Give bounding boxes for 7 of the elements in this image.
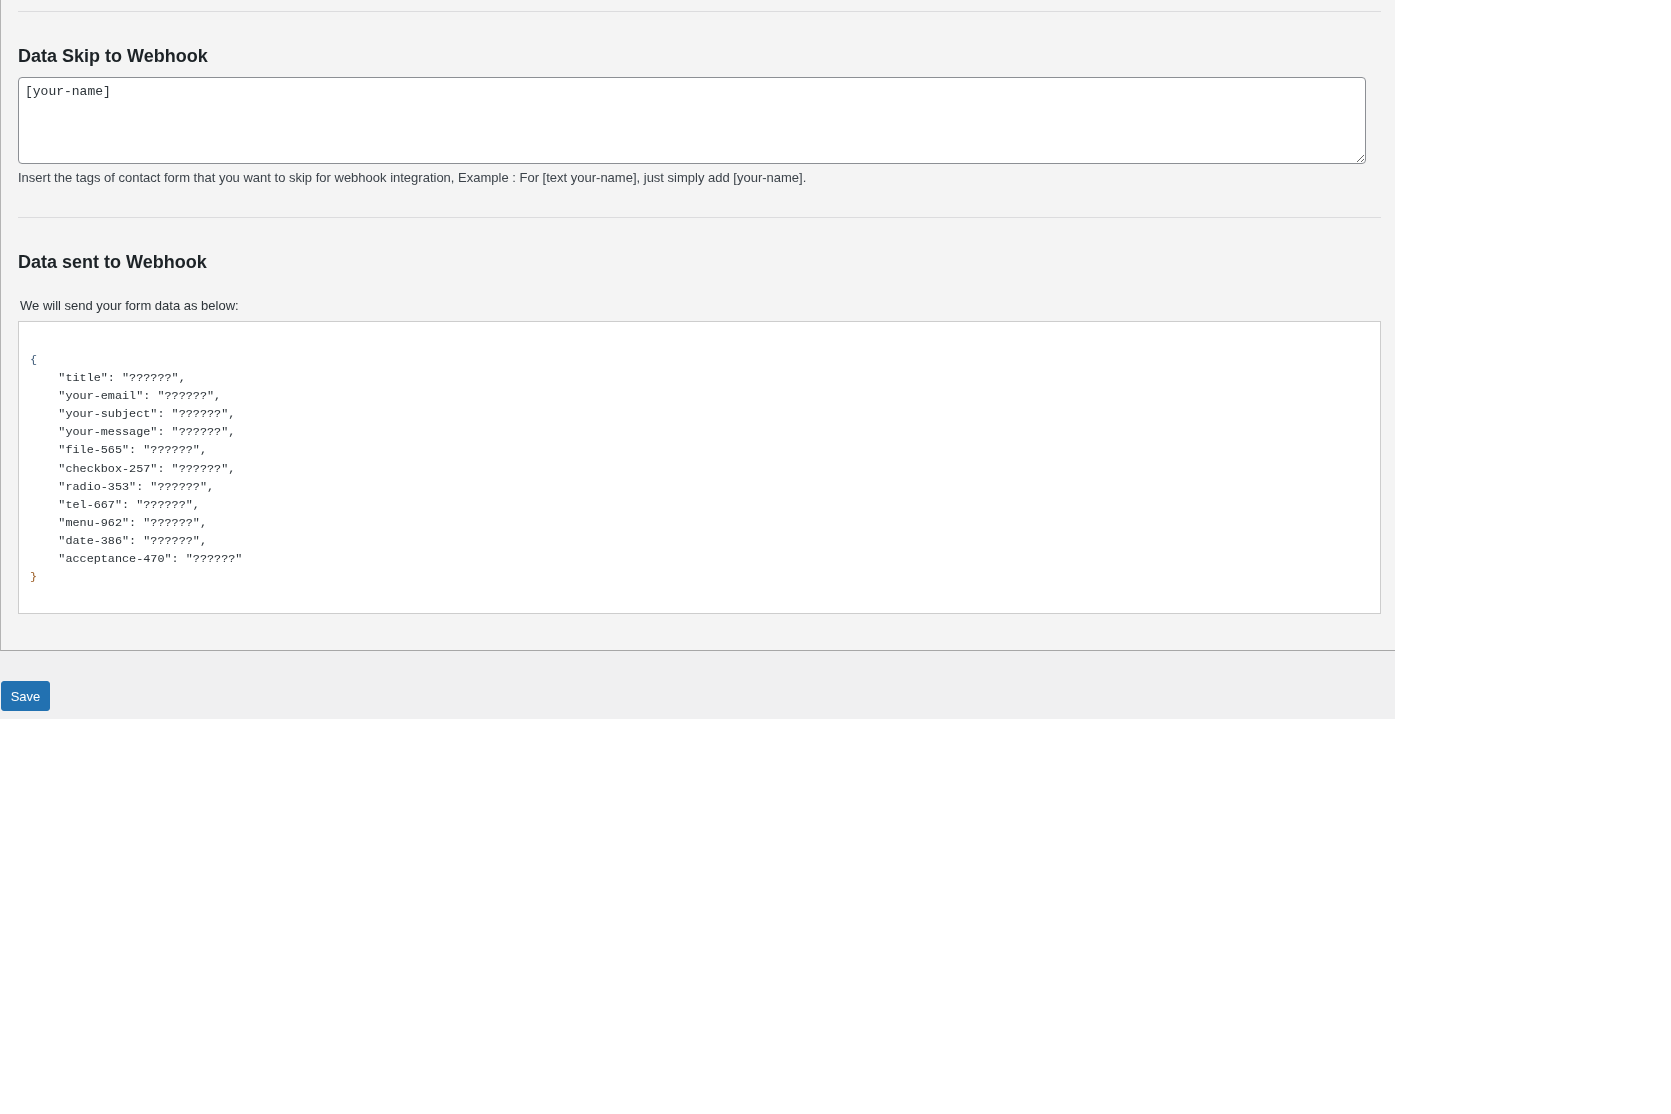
section-heading: Data sent to Webhook [18, 251, 207, 274]
help-text: Insert the tags of contact form that you want to skip for webhook integration, Example : For [text your-name], just simply add [your-name]. [18, 169, 807, 187]
save-button[interactable]: Save [1, 681, 50, 712]
section-heading: Data Skip to Webhook [18, 45, 208, 68]
json-preview: { "title": "??????", "your-email": "??????", "your-subject": "??????", "your-message": "??????", "file-565": "??????", "checkbox-257": "??????", "radio-353": "??????", "tel-667": "??????", "menu-962": "??????", "date-386": "??????", "acceptance-470": "??????" } [18, 321, 1381, 615]
skip-tags-field[interactable]: [your-name] [18, 77, 1366, 164]
preview-label: We will send your form data as below: [20, 297, 239, 315]
